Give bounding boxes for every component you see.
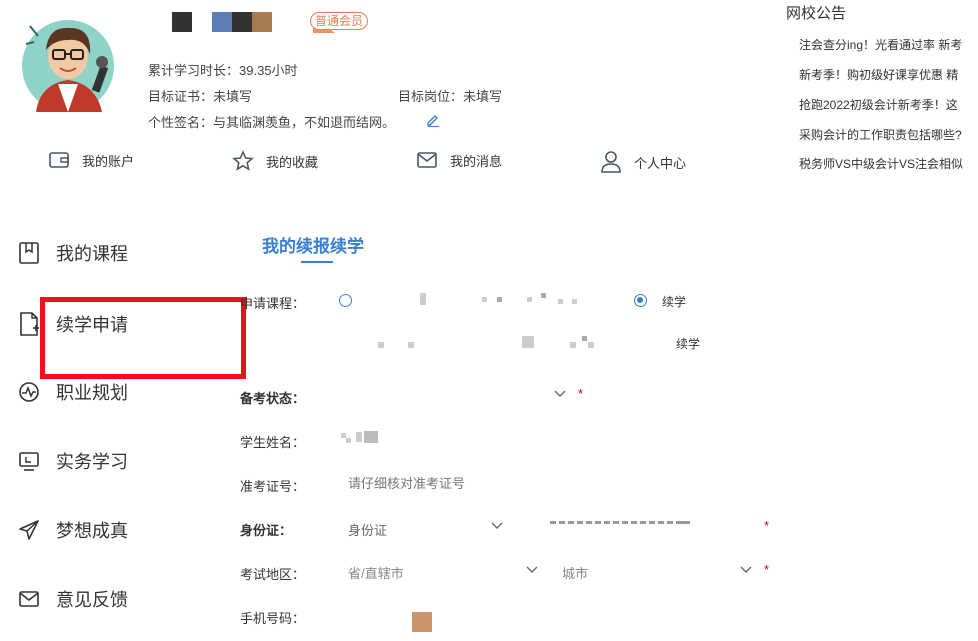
signature: 个性签名：与其临渊羡鱼，不如退而结网。 bbox=[148, 112, 395, 131]
signature-label: 个性签名： bbox=[148, 115, 214, 130]
region-label: 考试地区： bbox=[240, 567, 306, 582]
phone-label: 手机号码： bbox=[240, 611, 306, 626]
announcement-item[interactable]: 采购会计的工作职责包括哪些? bbox=[799, 126, 978, 143]
file-add-icon bbox=[20, 312, 39, 336]
envelope-icon bbox=[19, 591, 39, 607]
nav-label: 我的消息 bbox=[450, 153, 503, 169]
user-icon bbox=[601, 151, 621, 173]
chevron-down-icon[interactable] bbox=[491, 522, 503, 530]
sidebar-item-career-planning[interactable]: 职业规划 bbox=[18, 379, 128, 405]
sidebar-item-label: 我的课程 bbox=[56, 244, 128, 264]
sidebar-item-label: 梦想成真 bbox=[56, 521, 128, 541]
redacted-text bbox=[420, 293, 426, 305]
redacted-text bbox=[588, 342, 594, 348]
sidebar-item-feedback[interactable]: 意见反馈 bbox=[18, 586, 128, 612]
ticket-label: 准考证号： bbox=[240, 479, 306, 494]
sidebar-item-label: 职业规划 bbox=[56, 383, 128, 403]
city-select[interactable]: 城市 bbox=[562, 563, 588, 582]
course-option-3-label: 续学 bbox=[676, 337, 701, 351]
chevron-down-icon[interactable] bbox=[554, 390, 566, 398]
wallet-icon bbox=[49, 152, 69, 168]
target-cert: 目标证书：未填写 bbox=[148, 86, 252, 105]
avatar[interactable] bbox=[18, 14, 126, 114]
nav-my-messages[interactable]: 我的消息 bbox=[416, 150, 502, 170]
announcement-item[interactable]: 注会查分ing！光看通过率 新考 bbox=[799, 36, 978, 53]
star-icon bbox=[232, 150, 254, 171]
highlight-box bbox=[40, 297, 246, 379]
sidebar-item-label: 实务学习 bbox=[56, 452, 128, 472]
required-mark: * bbox=[764, 518, 770, 533]
sidebar-item-practice-learning[interactable]: 实务学习 bbox=[18, 448, 128, 474]
province-select[interactable]: 省/直辖市 bbox=[348, 563, 404, 582]
redacted-text bbox=[570, 342, 576, 348]
id-label: 身份证： bbox=[240, 523, 293, 538]
course-option-1-radio[interactable] bbox=[339, 294, 352, 307]
course-label: 申请课程： bbox=[240, 296, 306, 311]
required-mark: * bbox=[578, 386, 584, 401]
redacted-text bbox=[364, 431, 378, 443]
mail-icon bbox=[417, 152, 437, 168]
chevron-down-icon[interactable] bbox=[740, 566, 752, 574]
redacted-text bbox=[582, 336, 587, 341]
pencil-icon[interactable] bbox=[426, 113, 440, 128]
form-title: 我的续报续学 bbox=[262, 237, 364, 256]
signature-value: 与其临渊羡鱼，不如退而结网。 bbox=[213, 115, 396, 130]
redacted-text bbox=[541, 293, 546, 298]
bookmark-icon bbox=[19, 242, 39, 264]
redacted-text bbox=[346, 438, 351, 443]
sidebar-item-my-courses[interactable]: 我的课程 bbox=[18, 240, 128, 266]
target-post-value: 未填写 bbox=[463, 89, 503, 104]
sidebar-item-dream-come-true[interactable]: 梦想成真 bbox=[18, 517, 128, 543]
redacted-text bbox=[527, 297, 532, 302]
nav-label: 个人中心 bbox=[634, 155, 687, 171]
target-post: 目标岗位：未填写 bbox=[398, 86, 502, 105]
id-number-input[interactable] bbox=[550, 518, 690, 528]
student-name-label: 学生姓名： bbox=[240, 435, 306, 450]
pulse-icon bbox=[19, 382, 39, 402]
nav-my-favorites[interactable]: 我的收藏 bbox=[232, 150, 318, 172]
member-badge: 普通会员 bbox=[310, 12, 369, 30]
redacted-text bbox=[522, 336, 534, 348]
redacted-text bbox=[482, 297, 487, 302]
id-type-select[interactable]: 身份证 bbox=[348, 520, 387, 539]
announcement-item[interactable]: 抢跑2022初级会计新考季！这 bbox=[799, 96, 978, 113]
redacted-text bbox=[356, 432, 362, 442]
redacted-text bbox=[497, 297, 502, 302]
redacted-text bbox=[572, 299, 577, 304]
study-time-value: 39.35小时 bbox=[239, 63, 298, 78]
target-cert-value: 未填写 bbox=[213, 89, 253, 104]
exam-status-label: 备考状态： bbox=[240, 391, 306, 406]
announcement-title: 网校公告 bbox=[786, 5, 847, 22]
announcement-item[interactable]: 新考季！购初级好课享优惠 精 bbox=[799, 66, 978, 83]
user-name bbox=[172, 12, 272, 32]
monitor-icon bbox=[19, 452, 39, 471]
announcement-item[interactable]: 税务师VS中级会计VS注会相似 bbox=[799, 155, 978, 172]
send-icon bbox=[19, 520, 39, 540]
study-time-label: 累计学习时长： bbox=[148, 63, 240, 78]
nav-label: 我的账户 bbox=[82, 153, 135, 169]
form-title-underline bbox=[301, 261, 333, 263]
redacted-text bbox=[378, 342, 384, 348]
nav-my-account[interactable]: 我的账户 bbox=[48, 150, 134, 170]
course-option-2-label: 续学 bbox=[662, 295, 687, 309]
required-mark: * bbox=[764, 562, 770, 577]
sidebar-item-label: 意见反馈 bbox=[56, 590, 128, 610]
redacted-text bbox=[412, 612, 432, 632]
study-time: 累计学习时长：39.35小时 bbox=[148, 60, 298, 79]
target-cert-label: 目标证书： bbox=[148, 89, 214, 104]
redacted-text bbox=[408, 342, 414, 348]
redacted-text bbox=[558, 299, 563, 304]
nav-personal-center[interactable]: 个人中心 bbox=[600, 150, 686, 174]
chevron-down-icon[interactable] bbox=[526, 566, 538, 574]
course-option-2-radio[interactable] bbox=[634, 294, 647, 307]
nav-label: 我的收藏 bbox=[266, 154, 319, 170]
target-post-label: 目标岗位： bbox=[398, 89, 464, 104]
ticket-number-input[interactable] bbox=[348, 474, 628, 492]
